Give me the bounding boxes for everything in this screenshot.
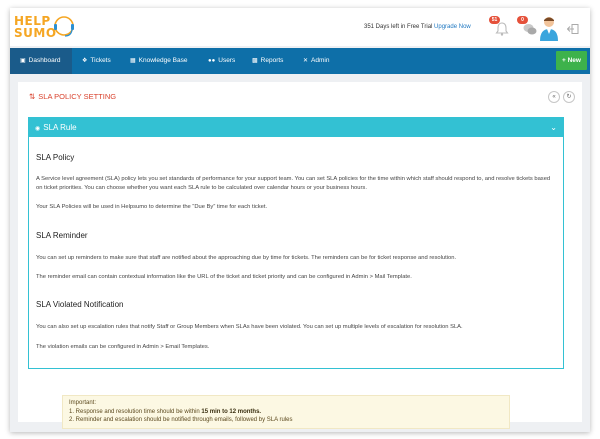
back-button[interactable]: « [548,91,560,103]
nav-item-knowledge-base[interactable]: ▦ Knowledge Base [130,48,187,74]
trial-text: 351 Days left in Free Trial [364,24,433,30]
top-header: HELP SUMO 351 Days left in Free Trial Up… [10,8,590,46]
nav-label: Knowledge Base [138,57,188,64]
page-title: SLA POLICY SETTING [38,92,117,101]
nav-item-reports[interactable]: ▩ Reports [252,48,283,74]
user-avatar[interactable] [538,15,560,41]
refresh-icon: ↻ [566,94,572,100]
wrench-icon: ✕ [303,58,309,64]
notice-text: 1. Response and resolution time should b… [69,408,202,415]
nav-item-tickets[interactable]: ❖ Tickets [82,48,111,74]
page-title-row: ⇅ SLA POLICY SETTING [29,92,116,101]
nav-label: Reports [260,57,284,64]
paragraph: The reminder email can contain contextua… [36,274,412,280]
paragraph: You can set up reminders to make sure th… [36,255,457,261]
chat-button[interactable]: 0 [517,16,538,37]
ticket-icon: ❖ [82,58,88,64]
notifications-button[interactable]: 51 [489,16,510,37]
section-title: SLA Rule [43,123,77,132]
notice-line-2: 2. Reminder and escalation should be not… [69,417,293,423]
sla-rule-accordion: ◉ SLA Rule ⌄ SLA Policy A Service level a… [28,117,564,369]
book-icon: ▦ [130,58,136,64]
nav-label: Admin [311,57,330,64]
nav-label: Tickets [90,57,111,64]
nav-item-users[interactable]: ●● Users [208,48,235,74]
sla-rule-title-row: ◉ SLA Rule [35,118,77,139]
refresh-button[interactable]: ↻ [563,91,575,103]
double-chevron-left-icon: « [552,94,556,100]
sla-settings-panel: ⇅ SLA POLICY SETTING « ↻ ◉ SLA Rule ⌄ SLA … [18,82,582,429]
chat-count-badge: 0 [517,16,528,24]
section-heading-sla-violated: SLA Violated Notification [36,300,124,309]
nav-label: Users [218,57,236,64]
dashboard-icon: ▣ [20,58,26,64]
nav-item-admin[interactable]: ✕ Admin [303,48,329,74]
info-icon: ◉ [35,126,41,132]
notice-bold-text: 15 min to 12 months. [201,408,262,415]
sliders-icon: ⇅ [29,92,36,101]
paragraph: The violation emails can be configured i… [36,344,210,350]
logo-line2: SUMO [14,26,57,40]
upgrade-link[interactable]: Upgrade Now [434,24,471,30]
notification-count-badge: 51 [489,16,500,24]
sla-rule-header[interactable]: ◉ SLA Rule ⌄ [29,118,563,137]
logout-icon[interactable] [567,24,579,34]
paragraph: You can also set up escalation rules tha… [36,324,463,330]
main-nav: ▣ Dashboard ❖ Tickets ▦ Knowledge Base ●● Us… [10,48,590,74]
new-button[interactable]: + New [556,51,587,70]
trial-status: 351 Days left in Free Trial Upgrade Now [364,24,471,30]
chart-icon: ▩ [252,58,258,64]
app-window: HELP SUMO 351 Days left in Free Trial Up… [10,8,590,432]
nav-item-dashboard[interactable]: ▣ Dashboard [10,48,72,74]
users-icon: ●● [208,58,216,64]
notice-line-1: 1. Response and resolution time should b… [69,408,503,417]
headset-logo-icon [54,16,74,37]
section-heading-sla-policy: SLA Policy [36,153,75,162]
paragraph: A Service level agreement (SLA) policy l… [36,176,551,191]
chevron-down-icon[interactable]: ⌄ [550,118,557,137]
section-heading-sla-reminder: SLA Reminder [36,231,88,240]
notice-title: Important: [69,400,97,406]
nav-label: Dashboard [28,57,61,64]
helpsumo-logo[interactable]: HELP SUMO [14,13,76,43]
paragraph: Your SLA Policies will be used in Helpsu… [36,204,268,210]
important-notice: Important: 1. Response and resolution ti… [62,395,510,429]
